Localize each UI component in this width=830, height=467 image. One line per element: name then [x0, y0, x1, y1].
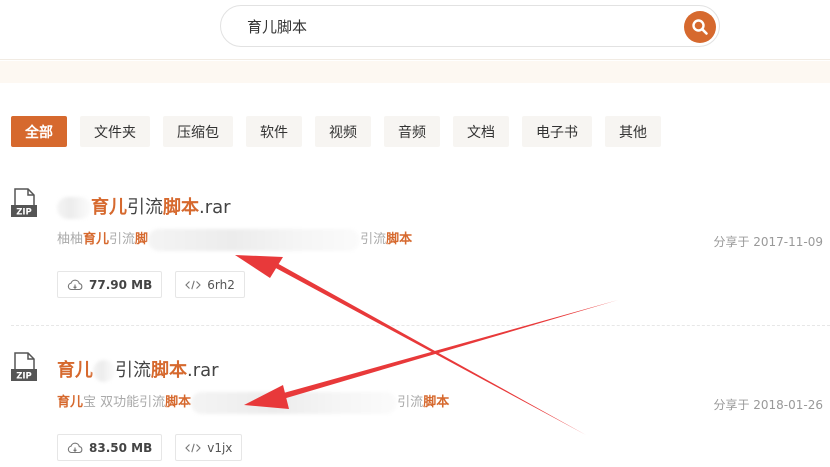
share-date: 分享于 2018-01-26	[713, 398, 823, 412]
redacted-patch	[57, 197, 91, 219]
zip-file-icon: ZIP	[11, 188, 37, 218]
tab-archive[interactable]: 压缩包	[163, 116, 233, 147]
code-icon	[185, 280, 202, 289]
redacted-patch	[191, 391, 398, 414]
extract-code: v1jx	[207, 440, 233, 455]
search-button[interactable]	[684, 11, 716, 43]
result-description: 育儿宝 双功能引流脚本 引流脚本	[57, 391, 449, 414]
header-band	[0, 61, 830, 83]
svg-text:ZIP: ZIP	[16, 208, 32, 218]
tab-video[interactable]: 视频	[315, 116, 371, 147]
extract-code: 6rh2	[207, 277, 235, 292]
share-date: 分享于 2017-11-09	[713, 235, 823, 249]
result-title[interactable]: 育儿引流脚本.rar	[57, 193, 231, 219]
result-description: 柚柚育儿引流脚 引流脚本	[57, 228, 412, 251]
file-size: 77.90 MB	[89, 277, 153, 292]
search-icon	[692, 19, 708, 35]
code-badge[interactable]: 6rh2	[175, 271, 245, 298]
result-title[interactable]: 育儿引流脚本.rar	[57, 356, 219, 382]
size-badge: 83.50 MB	[57, 434, 163, 461]
svg-text:ZIP: ZIP	[16, 372, 32, 382]
result-divider	[11, 325, 830, 326]
cloud-download-icon	[67, 279, 83, 290]
tab-document[interactable]: 文档	[453, 116, 509, 147]
tab-software[interactable]: 软件	[246, 116, 302, 147]
code-badge[interactable]: v1jx	[175, 434, 243, 461]
header	[0, 0, 830, 60]
redacted-patch	[148, 228, 361, 251]
result-badges: 77.90 MB 6rh2	[57, 271, 245, 298]
cloud-download-icon	[67, 442, 83, 453]
tab-other[interactable]: 其他	[605, 116, 661, 147]
search-box	[220, 5, 720, 47]
redacted-patch	[93, 360, 115, 382]
size-badge: 77.90 MB	[57, 271, 163, 298]
tab-all[interactable]: 全部	[11, 116, 67, 147]
search-input[interactable]	[247, 6, 667, 46]
tab-audio[interactable]: 音频	[384, 116, 440, 147]
result-badges: 83.50 MB v1jx	[57, 434, 243, 461]
code-icon	[185, 443, 202, 452]
tab-ebook[interactable]: 电子书	[522, 116, 592, 147]
zip-file-icon: ZIP	[11, 352, 37, 382]
tab-folder[interactable]: 文件夹	[80, 116, 150, 147]
category-tabs: 全部 文件夹 压缩包 软件 视频 音频 文档 电子书 其他	[11, 116, 661, 147]
file-size: 83.50 MB	[89, 440, 153, 455]
